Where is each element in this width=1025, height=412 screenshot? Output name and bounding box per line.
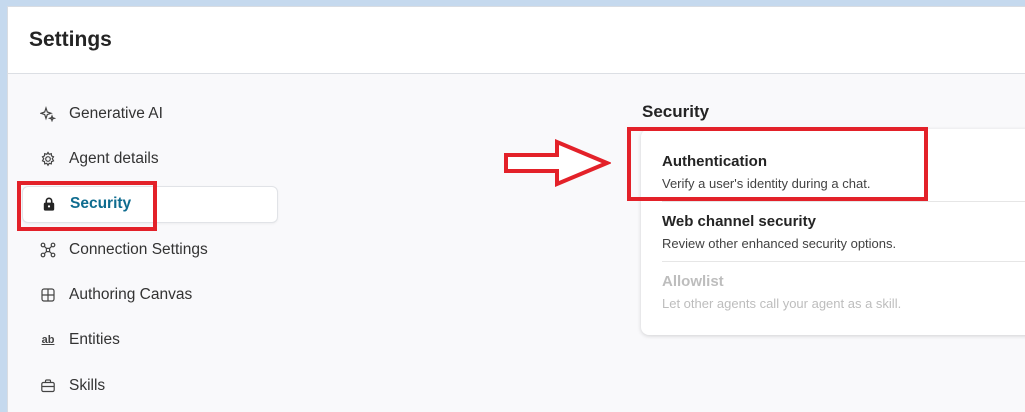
option-title: Web channel security — [662, 213, 816, 230]
nav-item-label: Agent details — [69, 149, 159, 167]
settings-window: Settings Generative AI Agent details Sec… — [7, 6, 1025, 412]
option-description: Let other agents call your agent as a sk… — [662, 296, 902, 311]
divider — [662, 261, 1025, 262]
connection-icon — [40, 242, 56, 258]
nav-item-skills[interactable]: Skills — [22, 367, 278, 404]
sparkle-icon — [40, 105, 56, 122]
option-title: Allowlist — [662, 273, 724, 290]
nav-item-label: Entities — [69, 331, 120, 349]
nav-item-label: Connection Settings — [69, 240, 208, 258]
highlight-box-authentication — [627, 127, 928, 201]
page-title: Settings — [29, 28, 112, 51]
ab-icon: ab — [40, 332, 56, 348]
highlight-box-security-nav — [17, 181, 157, 231]
gear-icon — [40, 151, 56, 167]
divider — [662, 201, 1025, 202]
section-title: Security — [642, 102, 710, 121]
nav-item-connection-settings[interactable]: Connection Settings — [22, 231, 278, 268]
nav-item-label: Authoring Canvas — [69, 286, 193, 304]
nav-item-authoring-canvas[interactable]: Authoring Canvas — [22, 277, 278, 314]
nav-item-label: Skills — [69, 376, 106, 394]
nav-item-agent-details[interactable]: Agent details — [22, 140, 278, 177]
ab-icon-text: ab — [41, 334, 55, 347]
arrow-right-icon — [504, 139, 611, 187]
grid-icon — [40, 287, 56, 303]
nav-item-label: Generative AI — [69, 104, 163, 122]
option-web-channel-security[interactable]: Web channel security Review other enhanc… — [662, 213, 1022, 251]
nav-item-generative-ai[interactable]: Generative AI — [22, 95, 278, 132]
page-header: Settings — [8, 7, 1025, 74]
option-allowlist: Allowlist Let other agents call your age… — [662, 273, 1022, 311]
option-description: Review other enhanced security options. — [662, 236, 897, 251]
briefcase-icon — [40, 378, 56, 394]
nav-item-entities[interactable]: ab Entities — [22, 322, 278, 359]
settings-nav: Generative AI Agent details Security Con… — [22, 95, 278, 412]
